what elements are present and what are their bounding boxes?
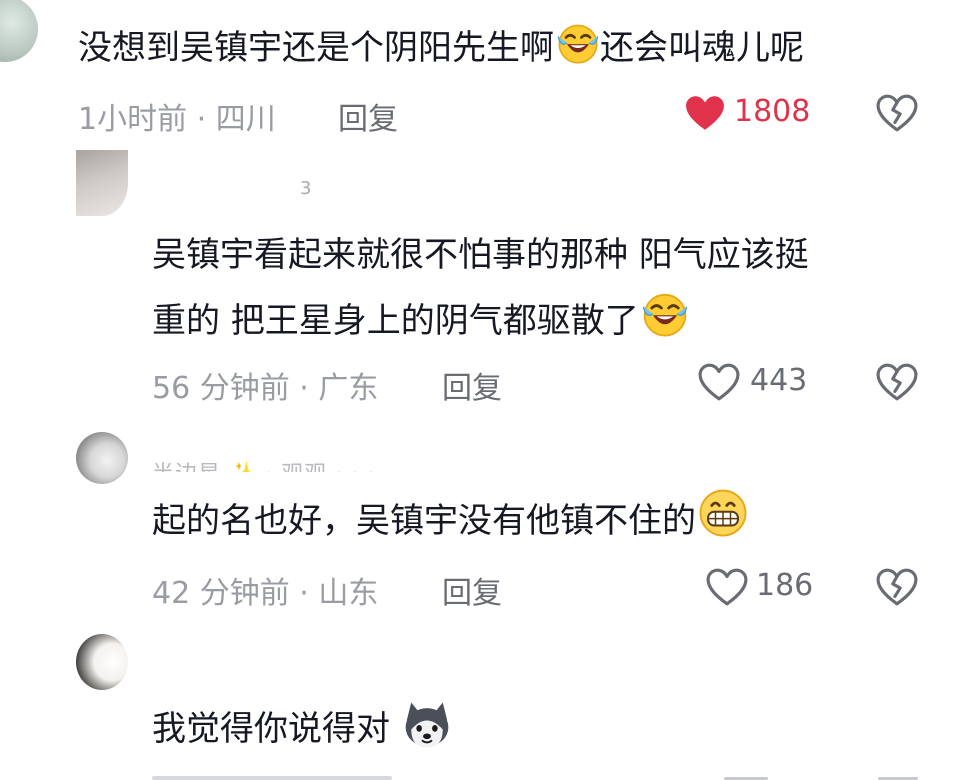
avatar[interactable] [76,634,128,690]
dislike-icon[interactable] [876,363,918,401]
dislike-icon[interactable] [876,94,918,132]
comment-text-line: 吴镇宇看起来就很不怕事的那种 阳气应该挺 [152,235,809,275]
dislike-icon[interactable] [876,568,918,606]
comment-meta: 42 分钟前 · 山东 [152,568,378,612]
comment-location: 广东 [318,371,379,406]
comment-text: 我觉得你说得对 [152,696,454,762]
like-count: 443 [750,363,808,398]
comment-meta: 56 分钟前 · 广东 [152,363,378,407]
comment-text-line: 我觉得你说得对 [152,709,390,749]
comment-location: 山东 [318,576,379,611]
laughing-crying-emoji-icon [556,21,600,65]
comment-text-line: 重的 把王星身上的阴气都驱散了 [152,301,639,341]
reply-button[interactable]: 回复 [442,363,502,407]
heart-outline-icon[interactable] [706,568,748,606]
husky-dog-emoji-icon [400,698,454,752]
meta-separator: · [187,102,216,137]
comment-location: 四川 [215,102,276,137]
dislike-icon[interactable] [878,772,918,780]
avatar[interactable] [76,150,128,216]
comment-time: 56 分钟前 [152,371,290,406]
laughing-crying-emoji-icon [641,290,689,338]
comment-text-line: 没想到吴镇宇还是个阴阳先生啊 [78,28,554,68]
comment-text-line: 还会叫魂儿呢 [600,28,804,68]
heart-outline-icon[interactable] [724,772,768,780]
reply-button[interactable]: 回复 [442,568,502,612]
comment-time: 42 分钟前 [152,576,290,611]
grinning-emoji-icon [698,488,748,538]
comment-meta: 1小时前 · 四川 [78,94,276,138]
comment-text: 没想到吴镇宇还是个阴阳先生啊 还会叫魂儿呢 [78,15,804,81]
comment-text-line: 起的名也好，吴镇宇没有他镇不住的 [152,501,696,541]
comment-meta-cutoff [152,770,412,780]
heart-outline-icon[interactable] [698,363,740,401]
comment-text: 吴镇宇看起来就很不怕事的那种 阳气应该挺 重的 把王星身上的阴气都驱散了 [152,222,809,354]
username[interactable]: 半边星 ✨ · 观观 · · · [152,456,375,472]
meta-separator: · [289,371,319,406]
heart-filled-icon[interactable] [684,94,726,132]
avatar[interactable] [0,0,38,62]
comment-text-line-wrap: 重的 把王星身上的阴气都驱散了 [152,288,809,354]
comment-text: 起的名也好，吴镇宇没有他镇不住的 [152,488,748,554]
like-count: 186 [756,568,814,603]
avatar[interactable] [76,432,128,484]
reply-button[interactable]: 回复 [338,94,398,138]
username[interactable]: 3 [300,178,312,199]
meta-separator: · [289,576,319,611]
like-count: 1808 [734,94,811,129]
comment-time: 1小时前 [78,102,188,137]
